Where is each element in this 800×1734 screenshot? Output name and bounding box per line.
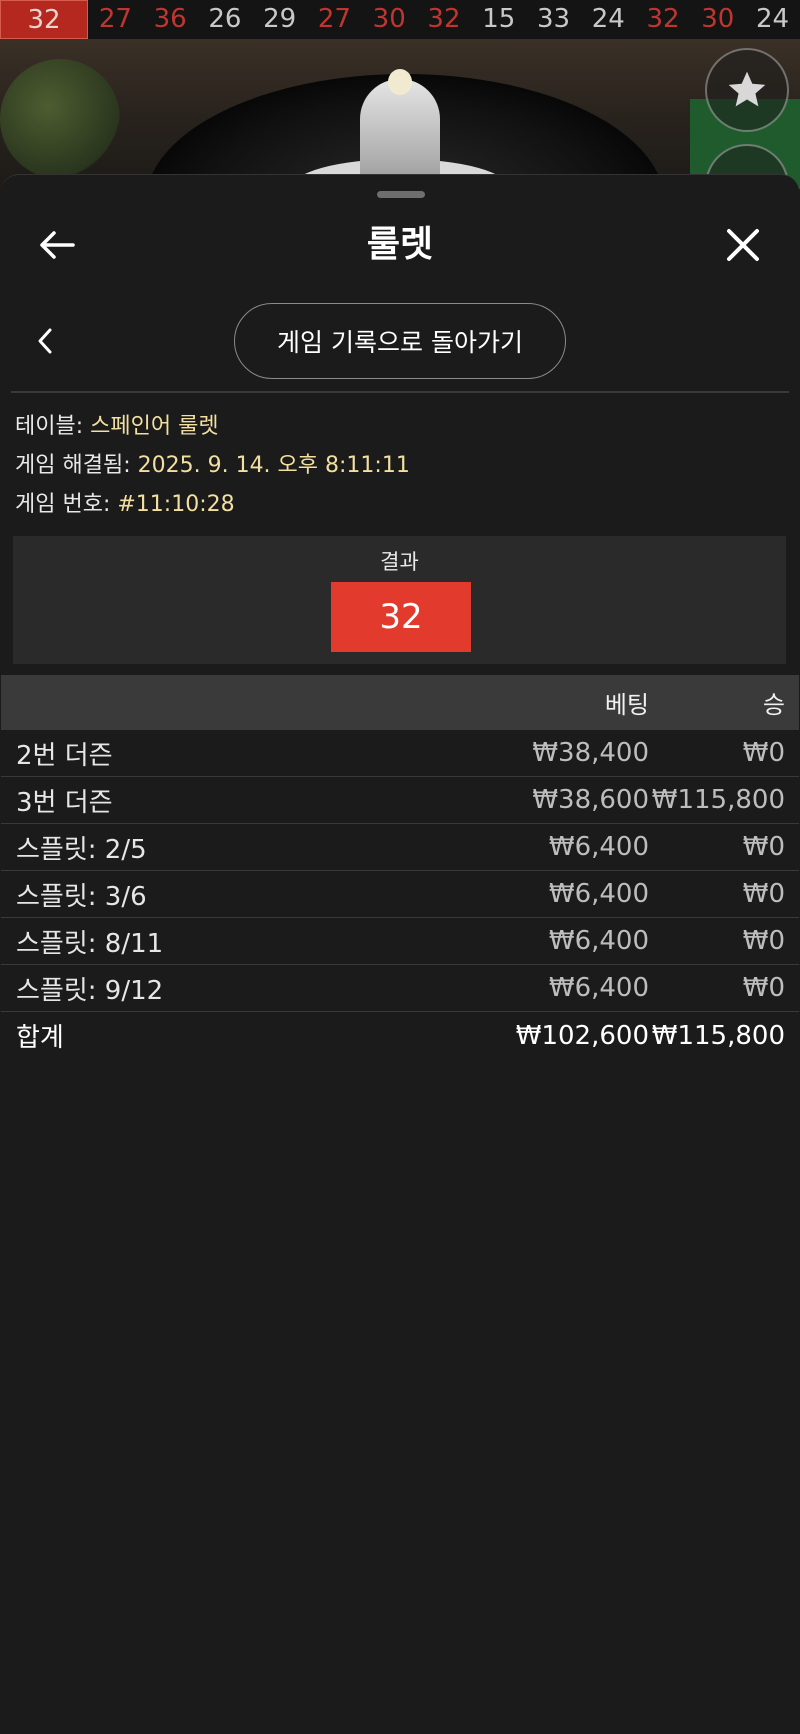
page-title: 룰렛 [366, 224, 434, 265]
win-amount: ₩0 [742, 879, 785, 909]
total-row: 합계 ₩102,600 ₩115,800 [1, 1012, 799, 1059]
bet-name: 스플릿: 3/6 [16, 881, 147, 912]
sheet-header: 룰렛 [1, 205, 799, 285]
result-panel: 결과 32 [13, 536, 786, 664]
current-number: 32 [0, 0, 88, 39]
recent-number: 36 [153, 4, 187, 34]
star-icon [728, 71, 766, 107]
bets-table-header: 베팅 승 [1, 675, 799, 730]
previous-button[interactable] [23, 319, 67, 363]
result-label: 결과 [380, 550, 419, 574]
back-to-history-button[interactable]: 게임 기록으로 돌아가기 [234, 303, 566, 379]
game-info: 테이블: 스페인어 룰렛 게임 해결됨: 2025. 9. 14. 오후 8:1… [15, 407, 795, 524]
bet-name: 스플릿: 2/5 [16, 834, 147, 865]
win-amount: ₩0 [742, 973, 785, 1003]
win-amount: ₩0 [742, 832, 785, 862]
roulette-turret [360, 79, 440, 189]
close-icon [727, 229, 759, 261]
bet-name: 스플릿: 9/12 [16, 975, 164, 1006]
result-number: 32 [331, 582, 471, 652]
table-label: 테이블: [15, 414, 84, 439]
game-number-line: 게임 번호: #11:10:28 [15, 485, 795, 524]
bet-row: 스플릿: 8/11 ₩6,400 ₩0 [1, 918, 799, 965]
bet-row: 2번 더즌 ₩38,400 ₩0 [1, 730, 799, 777]
recent-number: 30 [701, 4, 735, 34]
close-button[interactable] [721, 223, 765, 267]
divider [11, 391, 789, 393]
recent-number: 32 [427, 4, 461, 34]
bet-name: 2번 더즌 [16, 740, 113, 771]
recent-number: 27 [317, 4, 351, 34]
total-bet: ₩102,600 [515, 1020, 649, 1051]
bet-row: 스플릿: 3/6 ₩6,400 ₩0 [1, 871, 799, 918]
total-win: ₩115,800 [651, 1020, 785, 1051]
plant-decoration [0, 59, 120, 179]
header-bet: 베팅 [604, 691, 649, 719]
recent-number: 15 [482, 4, 516, 34]
win-amount: ₩0 [742, 738, 785, 768]
bet-amount: ₩6,400 [548, 926, 649, 956]
bet-amount: ₩38,400 [532, 738, 649, 768]
recent-number: 26 [208, 4, 242, 34]
recent-number: 27 [98, 4, 132, 34]
game-history-sheet: 룰렛 게임 기록으로 돌아가기 테이블: 스페인어 룰렛 게임 해결됨: 202… [1, 174, 799, 1734]
recent-number: 24 [756, 4, 790, 34]
favorite-button[interactable] [705, 48, 789, 132]
win-amount: ₩115,800 [651, 785, 785, 815]
roulette-turret-top [388, 69, 412, 95]
history-nav-row: 게임 기록으로 돌아가기 [1, 303, 799, 379]
bet-name: 스플릿: 8/11 [16, 928, 164, 959]
resolved-value: 2025. 9. 14. 오후 8:11:11 [137, 453, 410, 478]
bet-amount: ₩6,400 [548, 832, 649, 862]
bets-table: 베팅 승 2번 더즌 ₩38,400 ₩0 3번 더즌 ₩38,600 ₩115,800 스… [1, 675, 799, 1059]
game-number-label: 게임 번호: [15, 492, 111, 517]
recent-number: 32 [646, 4, 680, 34]
win-amount: ₩0 [742, 926, 785, 956]
bet-amount: ₩6,400 [548, 879, 649, 909]
recent-numbers-strip: 32 27 36 26 29 27 30 32 15 33 24 32 30 24 [0, 0, 800, 39]
table-value: 스페인어 룰렛 [90, 414, 219, 439]
resolved-label: 게임 해결됨: [15, 453, 131, 478]
resolved-info-line: 게임 해결됨: 2025. 9. 14. 오후 8:11:11 [15, 446, 795, 485]
recent-number: 30 [372, 4, 406, 34]
chevron-left-icon [38, 328, 52, 354]
recent-number: 33 [536, 4, 571, 34]
live-video-background [0, 39, 800, 189]
total-label: 합계 [16, 1023, 64, 1053]
sheet-grabber[interactable] [377, 191, 425, 198]
game-number-value: #11:10:28 [117, 492, 235, 517]
table-info-line: 테이블: 스페인어 룰렛 [15, 407, 795, 446]
recent-number: 29 [263, 4, 297, 34]
bet-amount: ₩38,600 [532, 785, 649, 815]
recent-number: 24 [591, 4, 625, 34]
bet-row: 스플릿: 9/12 ₩6,400 ₩0 [1, 965, 799, 1012]
header-win: 승 [762, 691, 785, 719]
bet-amount: ₩6,400 [548, 973, 649, 1003]
bet-row: 3번 더즌 ₩38,600 ₩115,800 [1, 777, 799, 824]
bet-name: 3번 더즌 [16, 787, 113, 818]
bet-row: 스플릿: 2/5 ₩6,400 ₩0 [1, 824, 799, 871]
